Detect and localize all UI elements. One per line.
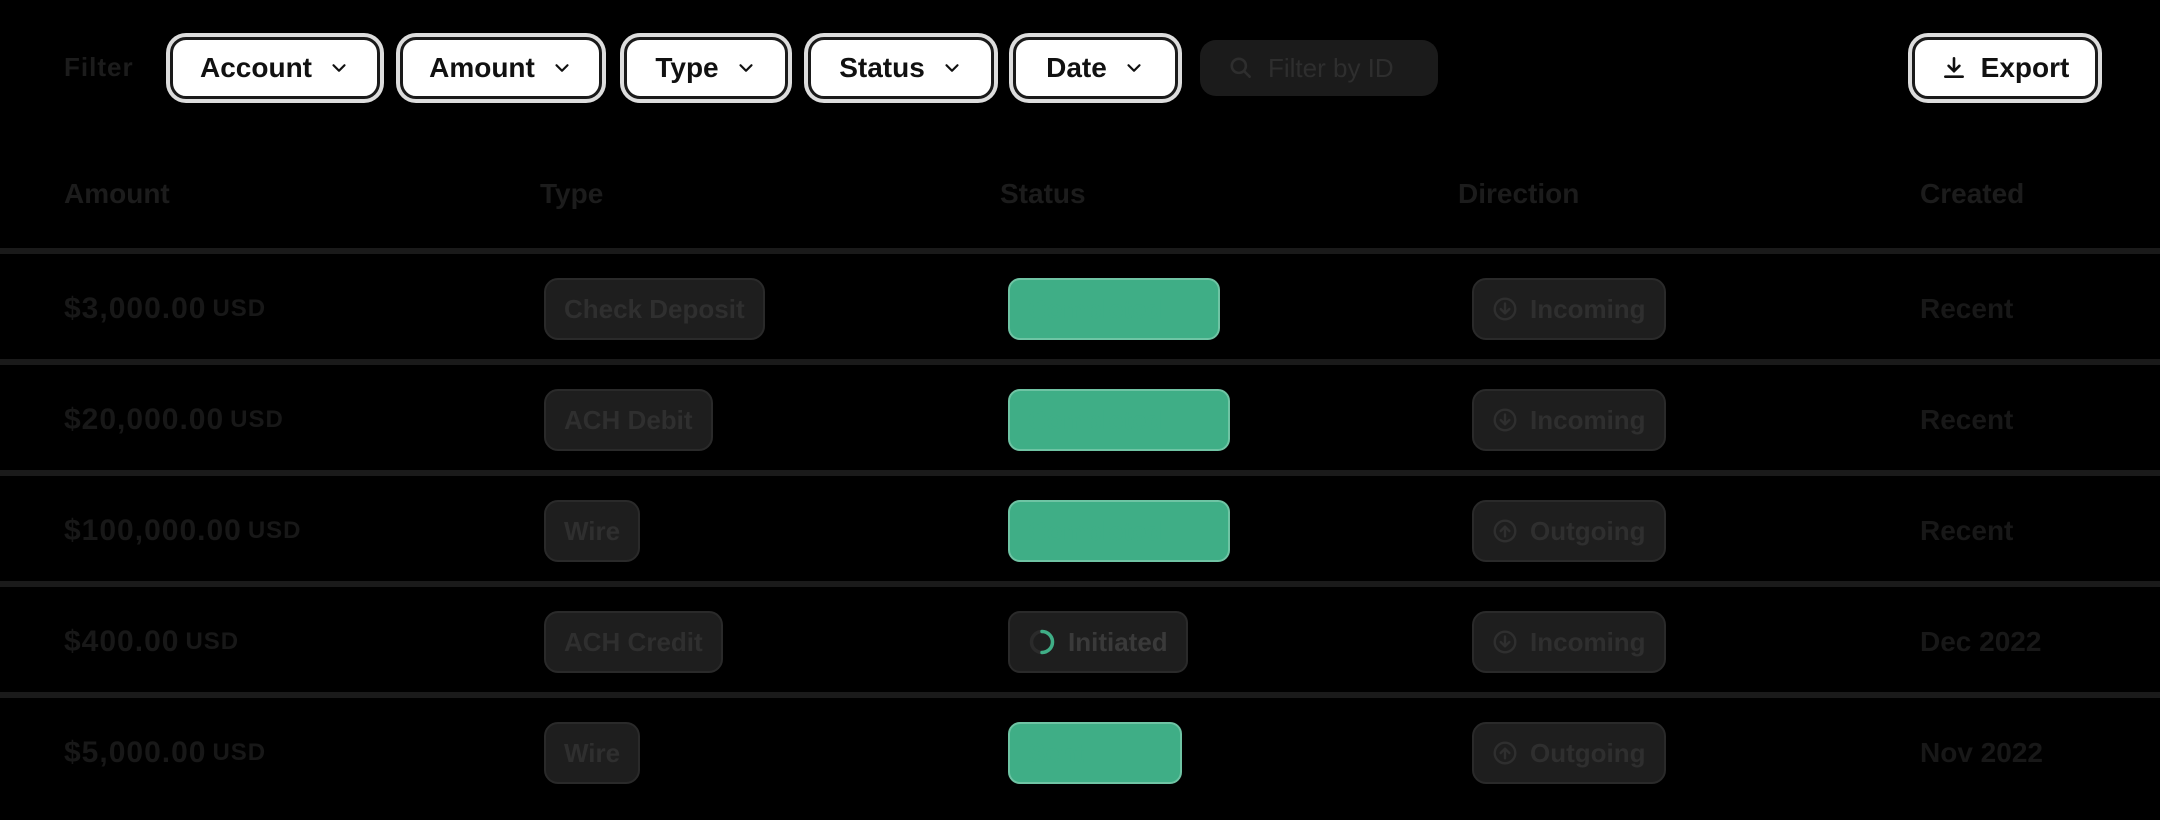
type-filter-label: Type	[655, 52, 719, 83]
date-filter-button[interactable]: Date	[1013, 37, 1178, 99]
direction-label: Incoming	[1530, 626, 1646, 657]
created-cell: Dec 2022	[1920, 626, 2042, 657]
amount-cell: $100,000.00 USD	[64, 476, 302, 586]
currency-code: USD	[247, 517, 302, 544]
direction-label: Outgoing	[1530, 737, 1646, 768]
account-filter-label: Account	[200, 52, 312, 83]
status-badge: Sent	[1008, 722, 1182, 784]
currency-code: USD	[212, 739, 267, 766]
type-cell: Wire	[544, 476, 641, 586]
direction-label: Incoming	[1530, 293, 1646, 324]
arrow-up-circle-icon	[1493, 741, 1517, 765]
created-cell: Recent	[1920, 293, 2014, 324]
type-cell: ACH Debit	[544, 365, 713, 475]
status-filter-label: Status	[839, 52, 925, 83]
direction-label: Outgoing	[1530, 515, 1646, 546]
export-label: Export	[1980, 52, 2070, 83]
status-badge: Completed	[1008, 500, 1230, 562]
status-filter-button[interactable]: Status	[808, 37, 994, 99]
direction-badge: Outgoing	[1472, 500, 1666, 562]
filter-toolbar: Filter Account Amount Type Status Date E…	[0, 0, 2160, 140]
created-cell: Nov 2022	[1920, 737, 2043, 768]
search-icon	[1230, 57, 1251, 78]
amount-value: $100,000.00	[64, 514, 242, 547]
type-cell: Wire	[544, 698, 641, 808]
currency-code: USD	[230, 406, 284, 433]
amount-cell: $3,000.00 USD	[64, 254, 266, 364]
column-header-amount[interactable]: Amount	[64, 178, 170, 210]
created-cell: Recent	[1920, 404, 2014, 435]
chevron-down-icon	[945, 64, 959, 72]
status-badge: Completed	[1008, 278, 1220, 340]
amount-filter-label: Amount	[429, 52, 535, 83]
amount-value: $3,000.00	[64, 292, 207, 325]
status-badge: Completed	[1008, 389, 1230, 451]
type-badge: Wire	[544, 500, 641, 562]
amount-filter-button[interactable]: Amount	[400, 37, 602, 99]
direction-badge: Incoming	[1472, 278, 1666, 340]
column-header-type[interactable]: Type	[540, 178, 603, 210]
column-header-created[interactable]: Created	[1920, 178, 2024, 210]
type-badge: Check Deposit	[544, 278, 765, 340]
type-filter-button[interactable]: Type	[624, 37, 788, 99]
chevron-down-icon	[555, 64, 569, 72]
arrow-down-circle-icon	[1493, 408, 1517, 432]
direction-badge: Outgoing	[1472, 722, 1666, 784]
account-filter-button[interactable]: Account	[170, 37, 380, 99]
amount-cell: $5,000.00 USD	[64, 698, 266, 808]
currency-code: USD	[212, 295, 267, 322]
status-cell: Completed	[1008, 476, 1230, 586]
type-cell: Check Deposit	[544, 254, 765, 364]
type-cell: ACH Credit	[544, 587, 723, 697]
direction-cell: Outgoing	[1472, 476, 1666, 586]
status-cell: Initiated	[1008, 587, 1188, 697]
chevron-down-icon	[332, 64, 346, 72]
amount-value: $20,000.00	[64, 403, 225, 436]
table-row[interactable]: $20,000.00 USD ACH Debit Completed Incom…	[0, 365, 2160, 475]
search-field[interactable]	[1200, 40, 1438, 96]
export-button[interactable]: Export	[1912, 37, 2098, 99]
filter-label: Filter	[64, 52, 134, 82]
amount-cell: $400.00 USD	[64, 587, 239, 697]
type-badge: ACH Credit	[544, 611, 723, 673]
status-cell: Completed	[1008, 365, 1230, 475]
direction-label: Incoming	[1530, 404, 1646, 435]
currency-code: USD	[185, 628, 240, 655]
amount-cell: $20,000.00 USD	[64, 365, 284, 475]
table-row[interactable]: $5,000.00 USD Wire Sent Outgoing Nov 202…	[0, 698, 2160, 808]
type-badge: Wire	[544, 722, 641, 784]
status-cell: Completed	[1008, 254, 1220, 364]
arrow-down-circle-icon	[1493, 630, 1517, 654]
table-row[interactable]: $400.00 USD ACH Credit Initiated Incomin…	[0, 587, 2160, 697]
type-badge: ACH Debit	[544, 389, 713, 451]
direction-cell: Incoming	[1472, 254, 1666, 364]
table-header: Amount Type Status Direction Created	[0, 150, 2160, 250]
arrow-down-circle-icon	[1493, 297, 1517, 321]
status-badge: Initiated	[1008, 611, 1188, 673]
table-row[interactable]: $100,000.00 USD Wire Completed Outgoing …	[0, 476, 2160, 586]
created-cell: Recent	[1920, 515, 2014, 546]
direction-cell: Incoming	[1472, 587, 1666, 697]
spinner-icon	[1029, 629, 1055, 655]
direction-badge: Incoming	[1472, 389, 1666, 451]
direction-badge: Incoming	[1472, 611, 1666, 673]
column-header-status[interactable]: Status	[1000, 178, 1086, 210]
download-icon	[1943, 56, 1964, 78]
chevron-down-icon	[1127, 64, 1141, 72]
direction-cell: Incoming	[1472, 365, 1666, 475]
status-label: Initiated	[1068, 626, 1168, 657]
arrow-up-circle-icon	[1493, 519, 1517, 543]
table-row[interactable]: $3,000.00 USD Check Deposit Completed In…	[0, 254, 2160, 364]
direction-cell: Outgoing	[1472, 698, 1666, 808]
amount-value: $5,000.00	[64, 736, 207, 769]
date-filter-label: Date	[1046, 52, 1107, 83]
amount-value: $400.00	[64, 625, 180, 658]
chevron-down-icon	[739, 64, 753, 72]
search-input[interactable]	[1266, 51, 1420, 85]
status-cell: Sent	[1008, 698, 1182, 808]
column-header-direction[interactable]: Direction	[1458, 178, 1579, 210]
